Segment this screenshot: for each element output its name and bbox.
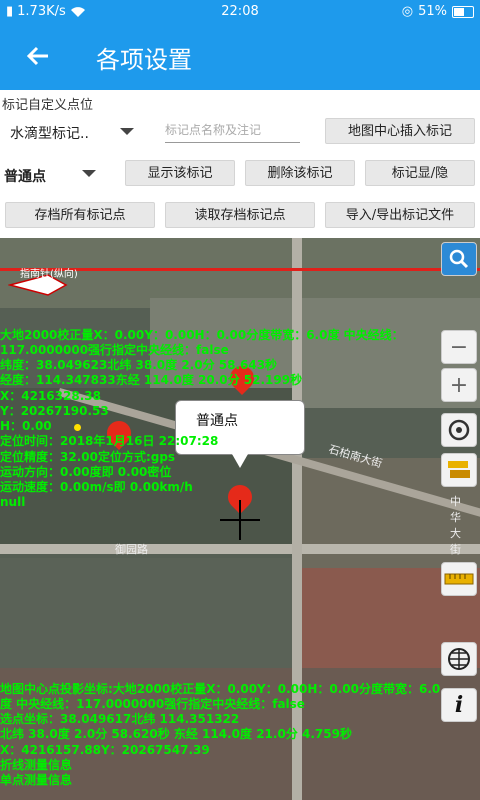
info-line: 117.0000000强行指定中央经线：false xyxy=(0,343,229,357)
road-label: 御园路 xyxy=(115,543,148,556)
info-line: 大地2000校正量X：0.00Y：0.00H：0.00分度带宽：6.0度 中央经… xyxy=(0,328,404,342)
popup-label: 普通点 xyxy=(196,413,238,429)
layers-icon xyxy=(448,461,470,478)
import-export-button[interactable]: 导入/导出标记文件 xyxy=(325,202,475,228)
center-info-line: 北纬 38.0度 2.0分 58.620秒 东经 114.0度 21.0分 4.… xyxy=(0,727,352,741)
battery-percent: 51% xyxy=(418,4,447,19)
search-icon xyxy=(449,249,469,269)
save-all-markers-button[interactable]: 存档所有标记点 xyxy=(5,202,155,228)
zoom-in-button[interactable]: + xyxy=(441,368,477,402)
plus-icon: + xyxy=(449,372,469,398)
center-info-line: 度 中央经线：117.0000000强行指定中央经线：false xyxy=(0,697,305,711)
show-marker-button[interactable]: 显示该标记 xyxy=(125,160,235,186)
status-bar: ▮ 1.73K/s 22:08 ◎ 51% xyxy=(0,0,480,24)
zoom-out-button[interactable]: − xyxy=(441,330,477,364)
marker-type-dropdown[interactable]: 水滴型标记.. xyxy=(10,123,89,143)
center-info-line: 折线测量信息 xyxy=(0,758,73,772)
layers-button[interactable] xyxy=(441,453,477,487)
map-type-button[interactable] xyxy=(441,642,477,676)
info-line: 运动速度：0.00m/s即 0.00km/h xyxy=(0,480,193,494)
crosshair-icon xyxy=(220,500,260,540)
info-line: Y：20267190.53 xyxy=(0,404,109,418)
road xyxy=(0,544,480,554)
delete-marker-button[interactable]: 删除该标记 xyxy=(245,160,355,186)
page-title: 各项设置 xyxy=(96,46,192,74)
gps-location-dot xyxy=(74,424,81,431)
search-button[interactable] xyxy=(441,242,477,276)
toggle-marker-button[interactable]: 标记显/隐 xyxy=(365,160,475,186)
globe-icon xyxy=(448,648,470,670)
battery-icon xyxy=(452,5,474,18)
read-markers-button[interactable]: 读取存档标记点 xyxy=(165,202,315,228)
location-icon: ◎ xyxy=(401,4,414,19)
road xyxy=(292,238,302,800)
compass-label: 指南针(纵向) xyxy=(20,269,78,280)
center-info-line: 地图中心点投影坐标:大地2000校正量X：0.00Y：0.00H：0.00分度带… xyxy=(0,682,441,696)
app-bar: 各项设置 xyxy=(0,24,480,90)
marker-type-caret-icon[interactable] xyxy=(120,128,134,135)
info-line: 定位时间：2018年1月16日 22:07:28 xyxy=(0,434,219,448)
center-info-line: 单点测量信息 xyxy=(0,773,73,787)
ruler-button[interactable] xyxy=(441,562,477,596)
info-line: 经度：114.347833东经 114.0度 20.0分 52.199秒 xyxy=(0,373,303,387)
info-line: 定位精度：32.00定位方式:gps xyxy=(0,450,176,464)
terrain-block xyxy=(0,558,300,668)
info-line: null xyxy=(0,495,26,509)
point-type-dropdown[interactable]: 普通点 xyxy=(4,166,46,186)
center-info-line: X：4216157.88Y：20267547.39 xyxy=(0,743,210,757)
point-type-caret-icon[interactable] xyxy=(82,170,96,177)
info-line: H：0.00 xyxy=(0,419,52,433)
ruler-icon xyxy=(444,573,474,585)
info-line: 纬度：38.049623北纬 38.0度 2.0分 58.643秒 xyxy=(0,358,278,372)
locate-button[interactable] xyxy=(441,413,477,447)
satellite-map[interactable]: 石柏南大街 御园路 中华大街 指南针(纵向) 普通点 大地2000校正量X：0.… xyxy=(0,238,480,800)
info-line: X：4216328.38 xyxy=(0,389,101,403)
info-icon: i xyxy=(454,692,464,718)
center-info-line: 选点坐标：38.049617北纬 114.351322 xyxy=(0,712,240,726)
info-line: 运动方向：0.00度即 0.00密位 xyxy=(0,465,172,479)
road-label: 中华大街 xyxy=(450,495,461,556)
locate-target-icon xyxy=(448,419,470,441)
marker-settings-panel: 标记自定义点位 水滴型标记.. 标记点名称及注记 地图中心插入标记 普通点 显示… xyxy=(0,90,480,238)
minus-icon: − xyxy=(449,334,469,360)
insert-center-marker-button[interactable]: 地图中心插入标记 xyxy=(325,118,475,144)
info-button[interactable]: i xyxy=(441,688,477,722)
section-label: 标记自定义点位 xyxy=(2,98,94,113)
marker-name-input[interactable]: 标记点名称及注记 xyxy=(165,118,300,143)
back-arrow-icon[interactable] xyxy=(22,40,54,72)
